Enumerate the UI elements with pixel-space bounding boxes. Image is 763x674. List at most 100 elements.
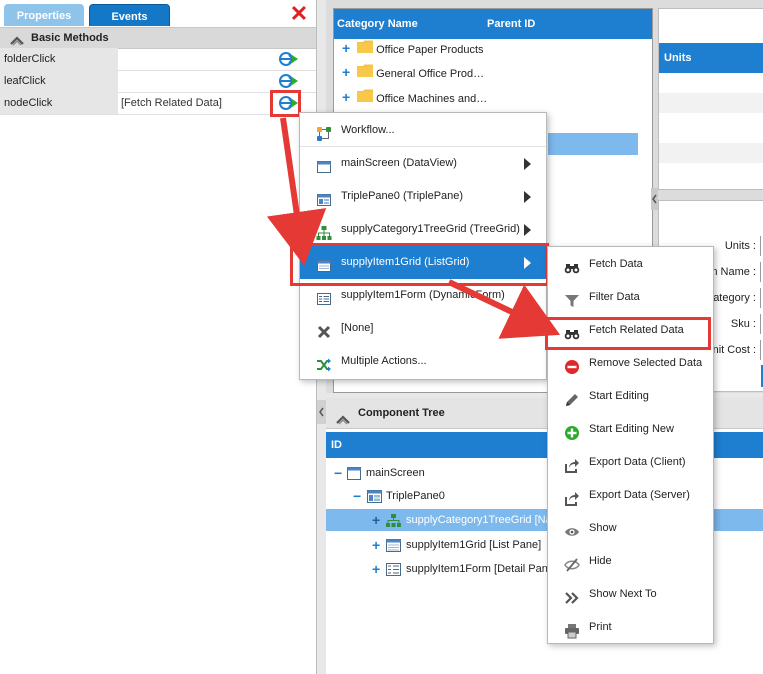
menu-item-multiple-actions[interactable]: Multiple Actions...: [300, 345, 546, 378]
menu-item-fetch-data[interactable]: Fetch Data: [548, 248, 713, 281]
menu-item-remove-selected-data[interactable]: Remove Selected Data: [548, 347, 713, 380]
menu-item-filter-data[interactable]: Filter Data: [548, 281, 713, 314]
grid-cell: Office Machines and…: [376, 93, 488, 105]
grid-row[interactable]: + General Office Prod…: [342, 62, 484, 82]
folder-icon: [357, 89, 374, 109]
submenu-arrow-icon: [524, 224, 531, 236]
prop-row-nodeclick: nodeClick [Fetch Related Data]: [0, 92, 316, 115]
list-row[interactable]: [659, 143, 763, 163]
binoculars-icon: [564, 257, 580, 274]
plus-circle-icon: [564, 422, 580, 440]
menu-item-label: Hide: [589, 555, 612, 567]
prop-value[interactable]: [119, 70, 271, 92]
tree-node-label: mainScreen: [366, 467, 425, 479]
menu-item-export-data-client[interactable]: Export Data (Client): [548, 446, 713, 479]
action-arrow-icon[interactable]: [278, 72, 300, 90]
properties-panel: Properties Events ✕ Basic Methods folder…: [0, 0, 317, 674]
action-arrow-icon[interactable]: [278, 50, 300, 68]
menu-item-treegrid[interactable]: supplyCategory1TreeGrid (TreeGrid): [300, 213, 546, 246]
close-icon[interactable]: ✕: [288, 3, 310, 25]
tab-events[interactable]: Events: [89, 4, 170, 26]
highlight-box-listgrid: [290, 243, 549, 286]
menu-item-label: Workflow...: [341, 124, 395, 136]
menu-item-hide[interactable]: Hide: [548, 545, 713, 578]
menu-item-label: Export Data (Server): [589, 489, 690, 501]
prop-row-folderclick: folderClick: [0, 48, 316, 71]
list-row[interactable]: [659, 93, 763, 113]
menu-item-export-data-server[interactable]: Export Data (Server): [548, 479, 713, 512]
menu-item-label: mainScreen (DataView): [341, 157, 457, 169]
treegrid-icon: [386, 513, 401, 535]
menu-item-label: TriplePane0 (TriplePane): [341, 190, 464, 202]
menu-item-show[interactable]: Show: [548, 512, 713, 545]
export-icon: [564, 488, 580, 506]
prop-value[interactable]: [Fetch Related Data]: [119, 92, 271, 114]
menu-item-start-editing-new[interactable]: Start Editing New: [548, 413, 713, 446]
menu-item-workflow[interactable]: Workflow...: [300, 114, 546, 147]
double-chevron-icon: [564, 587, 580, 604]
menu-item-triplepane[interactable]: TriplePane0 (TriplePane): [300, 180, 546, 213]
column-header-category-name[interactable]: Category Name: [337, 9, 418, 39]
triplepane-icon: [367, 489, 382, 511]
highlight-box-action-icon: [270, 90, 301, 117]
menu-item-label: Start Editing: [589, 390, 649, 402]
expand-plus-icon[interactable]: +: [342, 87, 354, 107]
grid-header: Category Name Parent ID: [334, 9, 652, 39]
prop-row-leafclick: leafClick: [0, 70, 316, 93]
eye-icon: [564, 521, 580, 537]
menu-item-label: Print: [589, 621, 612, 633]
menu-item-show-next-to[interactable]: Show Next To: [548, 578, 713, 611]
remove-icon: [564, 356, 580, 374]
menu-item-mainscreen[interactable]: mainScreen (DataView): [300, 147, 546, 180]
menu-item-label: Show Next To: [589, 588, 657, 600]
menu-item-label: Filter Data: [589, 291, 640, 303]
menu-item-label: Export Data (Client): [589, 456, 686, 468]
collapse-minus-icon[interactable]: −: [334, 462, 342, 484]
printer-icon: [564, 620, 580, 639]
listgrid-icon: [386, 538, 401, 560]
tab-properties[interactable]: Properties: [4, 4, 84, 26]
eye-slash-icon: [564, 554, 580, 572]
form-label-name: m Name :: [708, 266, 756, 278]
shuffle-icon: [316, 354, 332, 372]
splitter-handle[interactable]: [651, 188, 658, 210]
prop-label: leafClick: [0, 70, 118, 92]
menu-item-label: Remove Selected Data: [589, 357, 703, 369]
collapse-minus-icon[interactable]: −: [353, 485, 361, 507]
form-icon: [386, 562, 401, 584]
menu-item-label: Show: [589, 522, 617, 534]
folder-icon: [357, 40, 374, 60]
item-list-grid: Units: [658, 8, 763, 190]
triplepane-icon: [316, 189, 332, 206]
menu-item-start-editing[interactable]: Start Editing: [548, 380, 713, 413]
x-icon: [316, 321, 332, 339]
menu-item-label: supplyCategory1TreeGrid (TreeGrid): [341, 223, 520, 235]
group-header-label: Basic Methods: [31, 32, 109, 44]
form-label-units: Units :: [724, 240, 756, 252]
column-header-units[interactable]: Units: [659, 43, 763, 73]
highlight-box-fetch-related-data: [545, 317, 711, 350]
expand-plus-icon[interactable]: +: [372, 509, 380, 531]
prop-label: nodeClick: [0, 92, 118, 114]
submenu-arrow-icon: [524, 290, 531, 302]
tree-node-label: TriplePane0: [386, 490, 445, 502]
expand-plus-icon[interactable]: +: [372, 534, 380, 556]
menu-item-print[interactable]: Print: [548, 611, 713, 644]
group-header-basic-methods[interactable]: Basic Methods: [0, 27, 316, 49]
splitter-handle[interactable]: [317, 400, 326, 424]
tree-node-label: supplyItem1Grid [List Pane]: [406, 539, 542, 551]
menu-item-label: [None]: [341, 322, 374, 334]
treegrid-icon: [316, 222, 332, 240]
grid-row[interactable]: + Office Machines and…: [342, 87, 487, 107]
expand-plus-icon[interactable]: +: [372, 558, 380, 580]
grid-row[interactable]: + Office Paper Products: [342, 38, 484, 58]
window-icon: [316, 156, 332, 173]
grid-cell: General Office Prod…: [376, 68, 485, 80]
menu-item-none[interactable]: [None]: [300, 312, 546, 345]
prop-value[interactable]: [119, 48, 271, 70]
expand-plus-icon[interactable]: +: [342, 38, 354, 58]
expand-plus-icon[interactable]: +: [342, 62, 354, 82]
column-header-parent-id[interactable]: Parent ID: [487, 9, 535, 39]
component-tree-title: Component Tree: [358, 407, 445, 419]
funnel-icon: [564, 290, 580, 307]
